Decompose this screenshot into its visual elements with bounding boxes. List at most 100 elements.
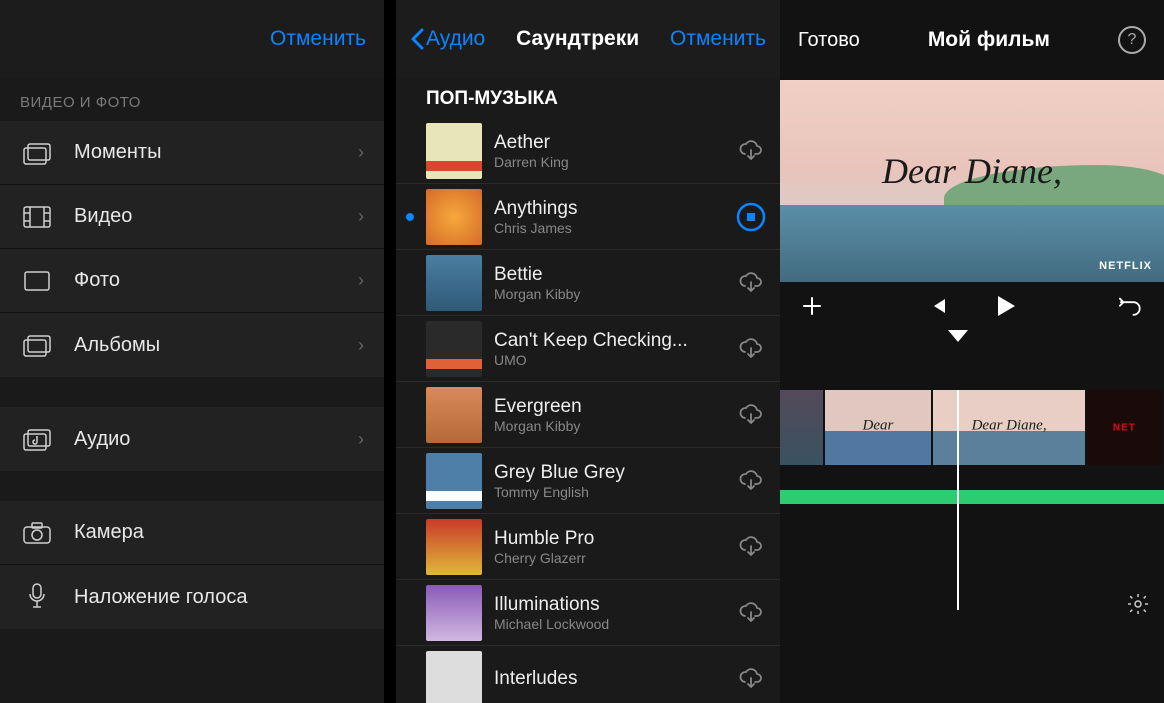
download-button[interactable] — [736, 400, 766, 430]
track-info: Evergreen Morgan Kibby — [494, 396, 736, 434]
photo-icon — [20, 264, 54, 298]
download-button[interactable] — [736, 532, 766, 562]
panel-title: Саундтреки — [516, 27, 639, 51]
film-icon — [20, 200, 54, 234]
timeline-clip[interactable]: NET — [1087, 390, 1164, 465]
cloud-download-icon — [737, 470, 765, 492]
album-art — [426, 189, 482, 245]
track-artist: Morgan Kibby — [494, 286, 736, 302]
album-art — [426, 453, 482, 509]
album-art — [426, 321, 482, 377]
stack-icon — [20, 136, 54, 170]
gear-icon — [1126, 592, 1150, 616]
menu-item-stack[interactable]: Моменты › — [0, 121, 384, 185]
timeline-clip[interactable] — [780, 390, 825, 465]
skip-back-icon — [928, 296, 948, 316]
camera-icon — [20, 516, 54, 550]
chevron-right-icon: › — [358, 335, 364, 356]
track-artist: Darren King — [494, 154, 736, 170]
genre-header: ПОП-МУЗЫКА — [396, 78, 780, 118]
soundtracks-panel: Аудио Саундтреки Отменить ПОП-МУЗЫКА Aet… — [396, 0, 780, 703]
playback-bar — [780, 282, 1164, 330]
preview-title-text: Dear Diane, — [882, 150, 1062, 192]
chevron-right-icon: › — [358, 429, 364, 450]
album-art — [426, 585, 482, 641]
stop-button[interactable] — [736, 202, 766, 232]
cloud-download-icon — [737, 338, 765, 360]
timeline-clip[interactable]: Dear — [825, 390, 934, 465]
track-artist: UMO — [494, 352, 736, 368]
menu-item-photo[interactable]: Фото › — [0, 249, 384, 313]
track-title: Interludes — [494, 668, 736, 690]
menu-label: Камера — [74, 521, 364, 544]
menu-item-music-stack[interactable]: Аудио › — [0, 407, 384, 471]
album-art — [426, 123, 482, 179]
track-row[interactable]: Interludes — [396, 646, 780, 703]
download-button[interactable] — [736, 136, 766, 166]
cloud-download-icon — [737, 404, 765, 426]
back-label: Аудио — [426, 27, 485, 51]
audio-track[interactable] — [780, 490, 1164, 504]
add-button[interactable] — [798, 292, 826, 320]
undo-button[interactable] — [1118, 292, 1146, 320]
menu-label: Наложение голоса — [74, 586, 364, 609]
download-button[interactable] — [736, 466, 766, 496]
clip-brand: NET — [1113, 422, 1136, 433]
video-preview[interactable]: Dear Diane, NETFLIX — [780, 80, 1164, 282]
play-button[interactable] — [992, 292, 1020, 320]
help-button[interactable]: ? — [1118, 26, 1146, 54]
track-title: Anythings — [494, 198, 736, 220]
settings-button[interactable] — [1126, 592, 1150, 616]
chevron-right-icon: › — [358, 142, 364, 163]
track-row[interactable]: Illuminations Michael Lockwood — [396, 580, 780, 646]
topbar: Готово Мой фильм ? — [780, 0, 1164, 80]
download-button[interactable] — [736, 334, 766, 364]
track-row[interactable]: Anythings Chris James — [396, 184, 780, 250]
play-icon — [995, 294, 1017, 318]
chevron-right-icon: › — [358, 270, 364, 291]
menu-label: Альбомы — [74, 334, 358, 357]
track-row[interactable]: Bettie Morgan Kibby — [396, 250, 780, 316]
brand-badge: NETFLIX — [1099, 260, 1152, 272]
track-info: Can't Keep Checking... UMO — [494, 330, 736, 368]
prev-button[interactable] — [924, 292, 952, 320]
menu-label: Моменты — [74, 141, 358, 164]
back-button[interactable]: Аудио — [410, 27, 485, 51]
topbar: Аудио Саундтреки Отменить — [396, 0, 780, 78]
menu-item-film[interactable]: Видео › — [0, 185, 384, 249]
menu-item-mic[interactable]: Наложение голоса — [0, 565, 384, 629]
album-art — [426, 255, 482, 311]
playhead-marker[interactable] — [948, 330, 968, 342]
cancel-button[interactable]: Отменить — [270, 27, 366, 51]
music-stack-icon — [20, 422, 54, 456]
menu-item-albums[interactable]: Альбомы › — [0, 313, 384, 377]
cloud-download-icon — [737, 602, 765, 624]
download-button[interactable] — [736, 664, 766, 694]
cloud-download-icon — [737, 536, 765, 558]
video-track[interactable]: DearDear Diane,NET — [780, 390, 1164, 465]
menu-group: Камера Наложение голоса — [0, 501, 384, 629]
download-button[interactable] — [736, 268, 766, 298]
done-button[interactable]: Готово — [798, 29, 860, 52]
timeline[interactable]: DearDear Diane,NET — [780, 330, 1164, 630]
download-button[interactable] — [736, 598, 766, 628]
track-row[interactable]: Evergreen Morgan Kibby — [396, 382, 780, 448]
playhead-line — [957, 390, 959, 610]
track-info: Illuminations Michael Lockwood — [494, 594, 736, 632]
track-title: Can't Keep Checking... — [494, 330, 736, 352]
cloud-download-icon — [737, 668, 765, 690]
menu-group: Моменты › Видео › Фото › Альбомы › — [0, 121, 384, 377]
cancel-button[interactable]: Отменить — [670, 27, 766, 51]
track-row[interactable]: Can't Keep Checking... UMO — [396, 316, 780, 382]
menu-label: Аудио — [74, 428, 358, 451]
track-artist: Cherry Glazerr — [494, 550, 736, 566]
track-row[interactable]: Grey Blue Grey Tommy English — [396, 448, 780, 514]
track-title: Evergreen — [494, 396, 736, 418]
track-row[interactable]: Humble Pro Cherry Glazerr — [396, 514, 780, 580]
menu-item-camera[interactable]: Камера — [0, 501, 384, 565]
clip-text: Dear — [863, 418, 894, 435]
track-row[interactable]: Aether Darren King — [396, 118, 780, 184]
track-title: Bettie — [494, 264, 736, 286]
album-art — [426, 519, 482, 575]
track-info: Interludes — [494, 668, 736, 690]
